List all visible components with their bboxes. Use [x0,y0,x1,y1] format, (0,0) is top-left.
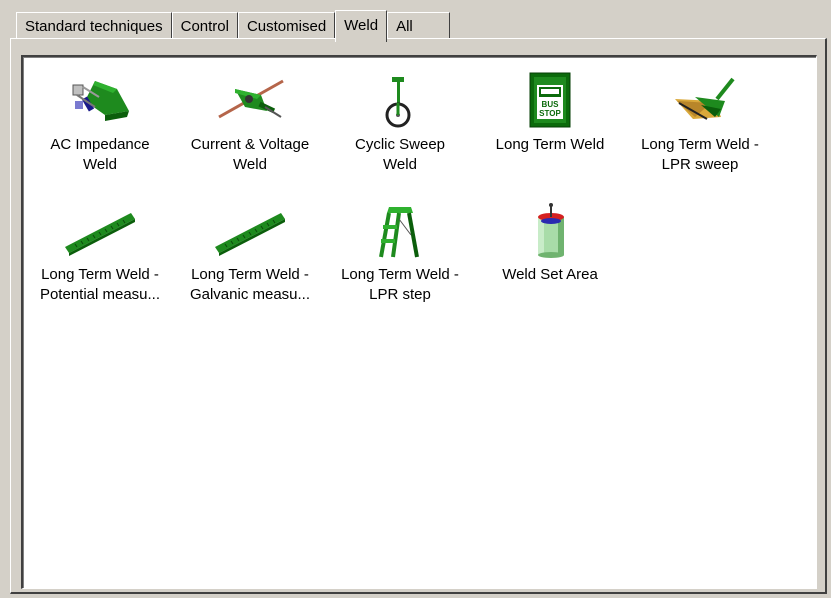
item-label-line1: AC Impedance [50,136,150,153]
list-item-long-term-weld-galvanic[interactable]: Long Term Weld - Galvanic measu... [175,201,325,305]
list-item-long-term-weld[interactable]: BUS STOP Long Term Weld [475,71,625,155]
item-label-line2: Galvanic measu... [189,286,311,303]
item-label-line1: Cyclic Sweep [354,136,446,153]
tab-panel: AC Impedance Weld Current & Voltage Weld [10,38,827,594]
current-voltage-icon [218,79,284,119]
item-label-line2: Potential measu... [39,286,161,303]
technique-list-view[interactable]: AC Impedance Weld Current & Voltage Weld [21,55,817,589]
item-label-line1: Long Term Weld - [641,136,759,153]
list-item-ac-impedance-weld[interactable]: AC Impedance Weld [25,71,175,175]
ruler-icon [215,213,285,256]
weld-set-area-icon [538,203,564,258]
dustpan-icon [675,77,735,120]
item-label-line1: Long Term Weld [495,136,605,153]
bus-stop-icon: BUS STOP [529,72,571,128]
tab-customised[interactable]: Customised [237,12,336,40]
tab-control[interactable]: Control [171,12,238,40]
ruler-icon [65,213,135,256]
tab-strip: Standard techniques Control Customised W… [16,8,451,42]
item-label-line2: LPR sweep [661,156,739,173]
tab-all[interactable]: All [387,12,451,40]
bus-stop-line2: STOP [539,109,561,118]
list-item-long-term-weld-potential[interactable]: Long Term Weld - Potential measu... [25,201,175,305]
technique-selector-window: Standard techniques Control Customised W… [0,0,831,598]
tab-standard-techniques[interactable]: Standard techniques [16,12,172,40]
item-label-line1: Long Term Weld - [191,266,309,283]
item-label-line2: Weld [233,156,267,173]
tab-weld[interactable]: Weld [335,10,388,42]
stepladder-icon [379,207,419,258]
list-item-long-term-weld-lpr-sweep[interactable]: Long Term Weld - LPR sweep [625,71,775,175]
item-label-line2: LPR step [369,286,431,303]
list-item-current-voltage-weld[interactable]: Current & Voltage Weld [175,71,325,175]
item-label-line2: Weld [383,156,417,173]
list-item-cyclic-sweep-weld[interactable]: Cyclic Sweep Weld [325,71,475,175]
item-label-line1: Long Term Weld - [341,266,459,283]
item-label-line1: Long Term Weld - [41,266,159,283]
bus-stop-line1: BUS [542,100,560,109]
item-label-line1: Weld Set Area [502,266,598,283]
item-label-line2: Weld [83,156,117,173]
ac-impedance-icon [72,81,129,121]
list-item-weld-set-area[interactable]: Weld Set Area [475,201,625,285]
list-item-long-term-weld-lpr-step[interactable]: Long Term Weld - LPR step [325,201,475,305]
unicycle-icon [385,77,411,128]
item-label-line1: Current & Voltage [190,136,310,153]
